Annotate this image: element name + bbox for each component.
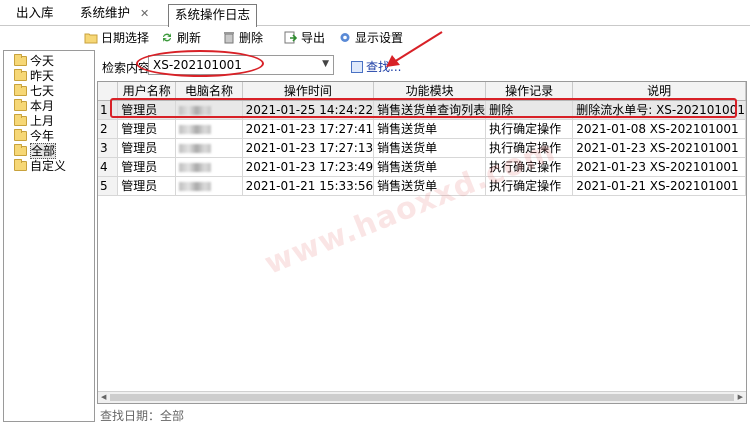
export-label: 导出 [301, 31, 326, 45]
annotation-arrow [386, 31, 443, 67]
cell-user: 管理员 [117, 157, 177, 177]
tab-system-maintenance[interactable]: 系统维护 ✕ [70, 3, 149, 25]
cell-user: 管理员 [117, 119, 177, 139]
redacted-computer-name [179, 124, 212, 134]
status-bar: 查找日期：全部 [100, 409, 185, 423]
tab-label: 出入库 [16, 5, 54, 20]
folder-icon [14, 54, 27, 66]
cell-module: 销售送货单 [373, 119, 487, 139]
date-select-button[interactable]: 日期选择 [84, 29, 149, 47]
cell-time: 2021-01-23 17:27:13 [242, 138, 375, 158]
folder-icon [14, 129, 27, 141]
toolbar: 日期选择 刷新 删除 导出 显示设置 [0, 27, 750, 49]
horizontal-scrollbar[interactable]: ◀ ▶ [98, 391, 746, 403]
tree-item-today[interactable]: 今天 [14, 54, 54, 69]
cell-computer [175, 157, 243, 177]
cell-user: 管理员 [117, 176, 177, 196]
tree-item-seven-days[interactable]: 七天 [14, 84, 54, 99]
row-index: 5 [98, 176, 119, 196]
folder-icon [14, 114, 27, 126]
date-select-label: 日期选择 [101, 31, 150, 45]
tab-stock[interactable]: 出入库 [6, 3, 54, 25]
cell-computer [175, 138, 243, 158]
folder-icon [14, 84, 27, 96]
cell-note: 2021-01-23 XS-202101001 [572, 138, 746, 158]
refresh-label: 刷新 [177, 31, 202, 45]
cell-note: 2021-01-23 XS-202101001 [572, 157, 746, 177]
folder-icon [84, 31, 98, 44]
tree-item-label: 本月 [30, 99, 55, 113]
tree-item-label: 全部 [30, 143, 57, 159]
scrollbar-thumb[interactable] [110, 394, 734, 401]
delete-button[interactable]: 删除 [222, 29, 263, 47]
annotation-rectangle [110, 98, 737, 118]
tree-item-label: 今天 [30, 54, 55, 68]
tree-item-all[interactable]: 全部 [14, 143, 57, 159]
magnifier-icon [351, 61, 363, 73]
annotation-ellipse [136, 50, 264, 77]
tree-item-label: 七天 [30, 84, 55, 98]
tree-item-label: 上月 [30, 114, 55, 128]
scroll-left-icon[interactable]: ◀ [101, 393, 106, 401]
log-table: 用户名称 电脑名称 操作时间 功能模块 操作记录 说明 1 管理员 2021-0… [97, 81, 747, 404]
tree-item-yesterday[interactable]: 昨天 [14, 69, 54, 84]
cell-module: 销售送货单 [373, 138, 487, 158]
row-index: 4 [98, 157, 119, 177]
folder-icon [14, 159, 27, 171]
redacted-computer-name [179, 143, 212, 153]
refresh-button[interactable]: 刷新 [160, 29, 201, 47]
tab-label: 系统操作日志 [175, 7, 251, 22]
export-icon [284, 31, 298, 44]
scroll-right-icon[interactable]: ▶ [738, 393, 743, 401]
row-index: 2 [98, 119, 119, 139]
folder-icon [14, 144, 27, 156]
app-window: 出入库 系统维护 ✕ 系统操作日志 日期选择 刷新 删除 导出 显示设置 今天 昨… [0, 0, 750, 427]
cell-action: 执行确定操作 [485, 119, 574, 139]
tree-item-label: 自定义 [30, 159, 67, 173]
cell-user: 管理员 [117, 138, 177, 158]
row-index: 3 [98, 138, 119, 158]
redacted-computer-name [179, 181, 212, 191]
cell-computer [175, 176, 243, 196]
settings-icon [338, 31, 352, 44]
refresh-icon [160, 31, 174, 44]
folder-icon [14, 99, 27, 111]
tree-item-label: 昨天 [30, 69, 55, 83]
cell-note: 2021-01-08 XS-202101001 [572, 119, 746, 139]
close-icon[interactable]: ✕ [140, 4, 149, 24]
date-range-tree: 今天 昨天 七天 本月 上月 今年 全部 自定义 [3, 50, 95, 422]
cell-time: 2021-01-21 15:33:56 [242, 176, 375, 196]
tree-item-custom[interactable]: 自定义 [14, 159, 66, 174]
tree-item-last-month[interactable]: 上月 [14, 114, 54, 129]
cell-time: 2021-01-23 17:23:49 [242, 157, 375, 177]
tab-operation-log[interactable]: 系统操作日志 [168, 4, 258, 27]
chevron-down-icon[interactable]: ▼ [322, 59, 329, 69]
redacted-computer-name [179, 162, 212, 172]
tab-bar: 出入库 系统维护 ✕ 系统操作日志 [0, 0, 750, 27]
delete-label: 删除 [239, 31, 264, 45]
table-row[interactable]: 4 管理员 2021-01-23 17:23:49 销售送货单 执行确定操作 2… [98, 157, 746, 177]
cell-computer [175, 119, 243, 139]
cell-note: 2021-01-21 XS-202101001 [572, 176, 746, 196]
export-button[interactable]: 导出 [284, 29, 325, 47]
cell-time: 2021-01-23 17:27:41 [242, 119, 375, 139]
trash-icon [222, 31, 236, 44]
tree-item-this-month[interactable]: 本月 [14, 99, 54, 114]
tree-item-this-year[interactable]: 今年 [14, 129, 54, 144]
table-row[interactable]: 2 管理员 2021-01-23 17:27:41 销售送货单 执行确定操作 2… [98, 119, 746, 139]
table-row[interactable]: 3 管理员 2021-01-23 17:27:13 销售送货单 执行确定操作 2… [98, 138, 746, 158]
folder-icon [14, 69, 27, 81]
tree-item-label: 今年 [30, 129, 55, 143]
tab-label: 系统维护 [80, 5, 131, 20]
